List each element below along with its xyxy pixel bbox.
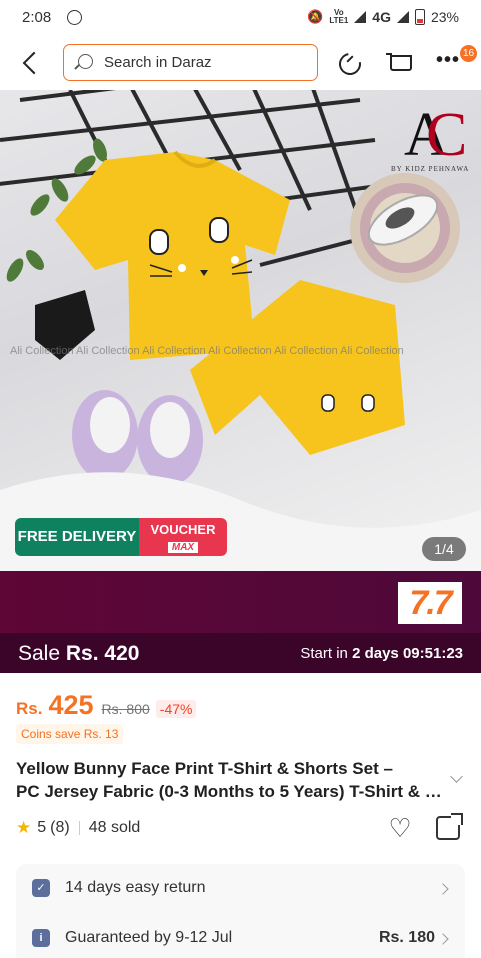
voucher-max-badge: VOUCHER MAX (139, 518, 227, 556)
voucher-label: VOUCHER (150, 522, 216, 537)
truck-icon: i (32, 929, 50, 947)
rating-value: 5 (37, 819, 47, 836)
status-time: 2:08 (22, 9, 52, 26)
original-price: Rs. 800 (101, 701, 150, 717)
return-policy-row[interactable]: ✓ 14 days easy return (16, 864, 465, 914)
countdown-days: 2 days (352, 645, 399, 662)
battery-level: 23% (430, 9, 459, 25)
watermark-text: Ali Collection Ali Collection Ali Collec… (10, 345, 404, 357)
chevron-right-icon (437, 883, 449, 895)
coins-save-badge: Coins save Rs. 13 (16, 724, 124, 744)
status-bar: 2:08 🔕 Vo LTE1 4G 23% (0, 0, 481, 36)
chevron-down-icon[interactable] (450, 770, 463, 783)
delivery-text: Guaranteed by 9-12 Jul (65, 929, 233, 946)
mute-icon: 🔕 (307, 9, 324, 24)
whatsapp-icon (67, 10, 82, 25)
countdown-time: 09:51:23 (402, 645, 463, 662)
price-currency: Rs. (16, 699, 43, 718)
more-icon[interactable]: ••• (436, 50, 462, 76)
campaign-logo: 7.7 (398, 582, 462, 624)
image-pager: 1/4 (422, 537, 466, 561)
status-indicators: 🔕 Vo LTE1 4G 23% (307, 9, 459, 25)
search-bar[interactable] (63, 44, 318, 81)
delivery-row[interactable]: i Guaranteed by 9-12 Jul Rs. 180 (16, 914, 465, 958)
shield-icon: ✓ (32, 879, 50, 897)
share-icon[interactable] (436, 813, 463, 840)
sale-price: Rs. 420 (65, 642, 140, 665)
delivery-fee: Rs. 180 (378, 929, 435, 946)
product-title-line1: Yellow Bunny Face Print T-Shirt & Shorts… (16, 759, 393, 778)
sale-label: Sale (18, 642, 61, 665)
refresh-share-icon[interactable] (337, 50, 363, 76)
rating-count: (8) (50, 819, 70, 836)
brand-logo: A C BY KIDZ PEHNAWA (391, 95, 479, 175)
countdown-prefix: Start in (300, 645, 348, 662)
current-price: 425 (48, 690, 94, 720)
sale-countdown: Start in 2 days 09:51:23 (300, 645, 463, 662)
flash-sale-bar: Sale Rs. 420 Start in 2 days 09:51:23 (0, 633, 481, 673)
signal-icon-2 (396, 11, 409, 23)
search-input[interactable] (104, 51, 304, 74)
chevron-right-icon (437, 933, 449, 945)
product-title-line2: PC Jersey Fabric (0-3 Months to 5 Years)… (16, 782, 444, 801)
star-icon: ★ (16, 818, 32, 837)
search-icon (78, 54, 93, 69)
free-delivery-badge: FREE DELIVERY (15, 518, 139, 556)
product-title[interactable]: Yellow Bunny Face Print T-Shirt & Shorts… (16, 757, 446, 803)
top-header: ••• 16 (0, 36, 481, 90)
signal-icon (354, 11, 367, 23)
cart-badge: 16 (460, 45, 477, 62)
service-card: ✓ 14 days easy return i Guaranteed by 9-… (16, 864, 465, 958)
discount-badge: -47% (155, 700, 197, 718)
rating-row[interactable]: ★ 5 (8) 48 sold (16, 817, 140, 839)
volte-icon: Vo LTE1 (329, 8, 349, 25)
svg-text:C: C (426, 101, 467, 165)
heart-icon[interactable]: ♡ (386, 815, 414, 843)
cart-icon[interactable] (386, 50, 412, 76)
price-row: Rs. 425 Rs. 800 -47% (16, 690, 197, 722)
network-type: 4G (372, 9, 391, 25)
back-icon[interactable] (18, 50, 44, 76)
sold-count: 48 sold (88, 819, 141, 836)
brand-monogram: A C (404, 101, 467, 165)
sale-info: Sale Rs. 420 (18, 642, 139, 666)
brand-tagline: BY KIDZ PEHNAWA (391, 165, 470, 173)
voucher-max-label: MAX (167, 542, 199, 553)
campaign-banner[interactable]: 7.7 Sale Rs. 420 Start in 2 days 09:51:2… (0, 571, 481, 673)
battery-icon (414, 9, 425, 25)
return-policy-text: 14 days easy return (65, 879, 206, 896)
divider (78, 821, 80, 835)
product-image-gallery[interactable]: Ali Collection Ali Collection Ali Collec… (0, 90, 481, 571)
